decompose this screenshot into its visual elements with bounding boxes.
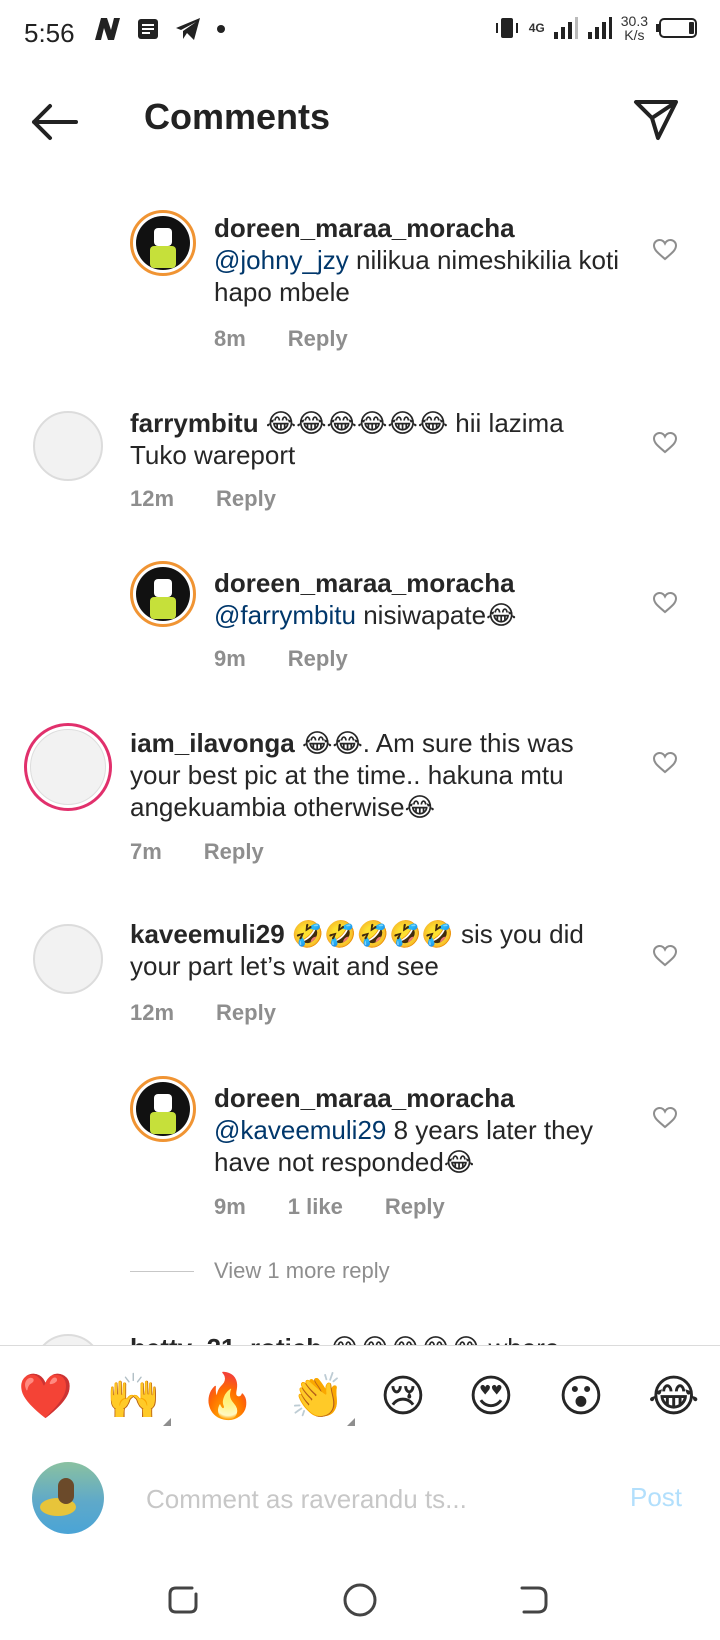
comment-time: 12m xyxy=(130,1000,175,1025)
like-heart-icon[interactable] xyxy=(652,751,678,775)
reply-button[interactable]: Reply xyxy=(288,646,348,672)
comment-username[interactable]: doreen_maraa_moracha xyxy=(214,1083,515,1113)
avatar[interactable] xyxy=(130,1076,196,1142)
comment-meta: 8m Reply xyxy=(214,326,348,352)
back-arrow-icon[interactable] xyxy=(30,102,80,142)
comment-meta: 7m Reply xyxy=(130,839,264,865)
like-heart-icon[interactable] xyxy=(652,238,678,262)
emoji-quick-bar: ❤️ 🙌 🔥 👏 😢 😍 😮 😂 xyxy=(0,1345,720,1447)
comment-text: doreen_maraa_moracha @johny_jzy nilikua … xyxy=(214,212,624,308)
heart-eyes-emoji-button[interactable]: 😍 xyxy=(468,1372,514,1422)
like-heart-icon[interactable] xyxy=(652,431,678,455)
view-more-line xyxy=(130,1270,194,1272)
comment-username[interactable]: iam_ilavonga xyxy=(130,728,295,758)
telegram-icon xyxy=(176,18,200,40)
avatar-story-ring[interactable] xyxy=(24,723,112,811)
comment-text: doreen_maraa_moracha @kaveemuli29 8 year… xyxy=(214,1082,624,1178)
avatar[interactable] xyxy=(33,924,103,994)
system-nav-bar xyxy=(0,1556,720,1640)
n-app-icon xyxy=(95,18,120,40)
raised-hands-emoji-button[interactable]: 🙌 xyxy=(106,1372,171,1426)
comment-text: farrymbitu 😂😂😂😂😂😂 hii lazima Tuko warepo… xyxy=(130,407,624,471)
avatar[interactable] xyxy=(33,411,103,481)
like-heart-icon[interactable] xyxy=(652,591,678,615)
reply-button[interactable]: Reply xyxy=(204,839,264,865)
clap-emoji: 👏 xyxy=(290,1372,345,1421)
heart-emoji-button[interactable]: ❤️ xyxy=(18,1372,73,1422)
battery-icon xyxy=(656,18,697,38)
comment-username[interactable]: doreen_maraa_moracha xyxy=(214,568,515,598)
vibrate-icon xyxy=(495,18,518,38)
speed-value: 30.3 xyxy=(620,13,648,29)
view-more-replies[interactable]: View 1 more reply xyxy=(130,1258,390,1284)
comment-username[interactable]: kaveemuli29 xyxy=(130,919,285,949)
send-icon[interactable] xyxy=(630,94,682,146)
surprised-emoji-button[interactable]: 😮 xyxy=(558,1372,604,1422)
post-button[interactable]: Post xyxy=(630,1482,682,1513)
status-system-icons: 4G 30.3 K/s xyxy=(493,14,698,42)
network-speed: 30.3 K/s xyxy=(621,14,648,42)
my-avatar[interactable] xyxy=(32,1462,104,1534)
status-bar: 5:56 4G 30.3 K/s xyxy=(0,0,720,66)
fire-emoji-button[interactable]: 🔥 xyxy=(200,1372,255,1422)
network-type: 4G xyxy=(528,21,545,35)
signal-icon-2 xyxy=(587,17,612,39)
comment-time: 7m xyxy=(130,839,162,864)
comment-input[interactable] xyxy=(144,1476,588,1522)
comment-text: doreen_maraa_moracha @farrymbitu nisiwap… xyxy=(214,567,624,631)
reply-button[interactable]: Reply xyxy=(288,326,348,352)
view-more-label[interactable]: View 1 more reply xyxy=(214,1258,390,1284)
reply-button[interactable]: Reply xyxy=(385,1194,445,1220)
comment-meta: 9m Reply xyxy=(214,646,348,672)
like-heart-icon[interactable] xyxy=(652,1106,678,1130)
comment-time: 9m xyxy=(214,1194,246,1219)
clap-emoji-button[interactable]: 👏 xyxy=(290,1372,355,1426)
avatar[interactable] xyxy=(130,210,196,276)
speed-unit: K/s xyxy=(624,27,645,43)
skin-tone-indicator-icon xyxy=(162,1418,171,1426)
comment-time: 8m xyxy=(214,326,246,351)
comment-time: 12m xyxy=(130,486,175,511)
status-notification-icons xyxy=(92,16,226,42)
like-heart-icon[interactable] xyxy=(652,944,678,968)
laughing-emoji-button[interactable]: 😂 xyxy=(648,1372,699,1422)
comment-meta: 12m Reply xyxy=(130,486,276,512)
comment-item-partial: betty_21_rotich 😂😂😂😂😂 where xyxy=(0,1326,720,1346)
skin-tone-indicator-icon xyxy=(346,1418,355,1426)
recents-icon[interactable] xyxy=(164,1580,204,1620)
header-bar: Comments xyxy=(0,70,720,170)
comment-username[interactable]: farrymbitu xyxy=(130,408,259,438)
comment-likes[interactable]: 1 like xyxy=(288,1194,343,1220)
comment-time: 9m xyxy=(214,646,246,671)
dot-icon xyxy=(217,25,225,33)
comment-meta: 12m Reply xyxy=(130,1000,276,1026)
comment-body: nisiwapate😂 xyxy=(355,600,517,630)
crying-emoji-button[interactable]: 😢 xyxy=(380,1372,426,1422)
page-title: Comments xyxy=(144,96,331,137)
back-nav-icon[interactable] xyxy=(514,1580,554,1620)
raised-hands-emoji: 🙌 xyxy=(106,1372,161,1421)
comment-mention[interactable]: @farrymbitu xyxy=(214,600,356,630)
reply-button[interactable]: Reply xyxy=(216,486,276,512)
comment-meta: 9m 1 like Reply xyxy=(214,1194,445,1220)
comment-mention[interactable]: @kaveemuli29 xyxy=(214,1115,386,1145)
message-icon xyxy=(138,19,158,39)
comment-username[interactable]: doreen_maraa_moracha xyxy=(214,213,515,243)
comment-text: iam_ilavonga 😂😂. Am sure this was your b… xyxy=(130,727,624,823)
comment-text: betty_21_rotich 😂😂😂😂😂 where xyxy=(130,1332,624,1346)
comment-text: kaveemuli29 🤣🤣🤣🤣🤣 sis you did your part … xyxy=(130,918,624,982)
signal-icon xyxy=(553,17,578,39)
home-icon[interactable] xyxy=(340,1580,380,1620)
comment-composer: Post xyxy=(0,1446,720,1556)
avatar[interactable] xyxy=(130,561,196,627)
status-time: 5:56 xyxy=(24,18,75,48)
reply-button[interactable]: Reply xyxy=(216,1000,276,1026)
comment-mention[interactable]: @johny_jzy xyxy=(214,245,349,275)
